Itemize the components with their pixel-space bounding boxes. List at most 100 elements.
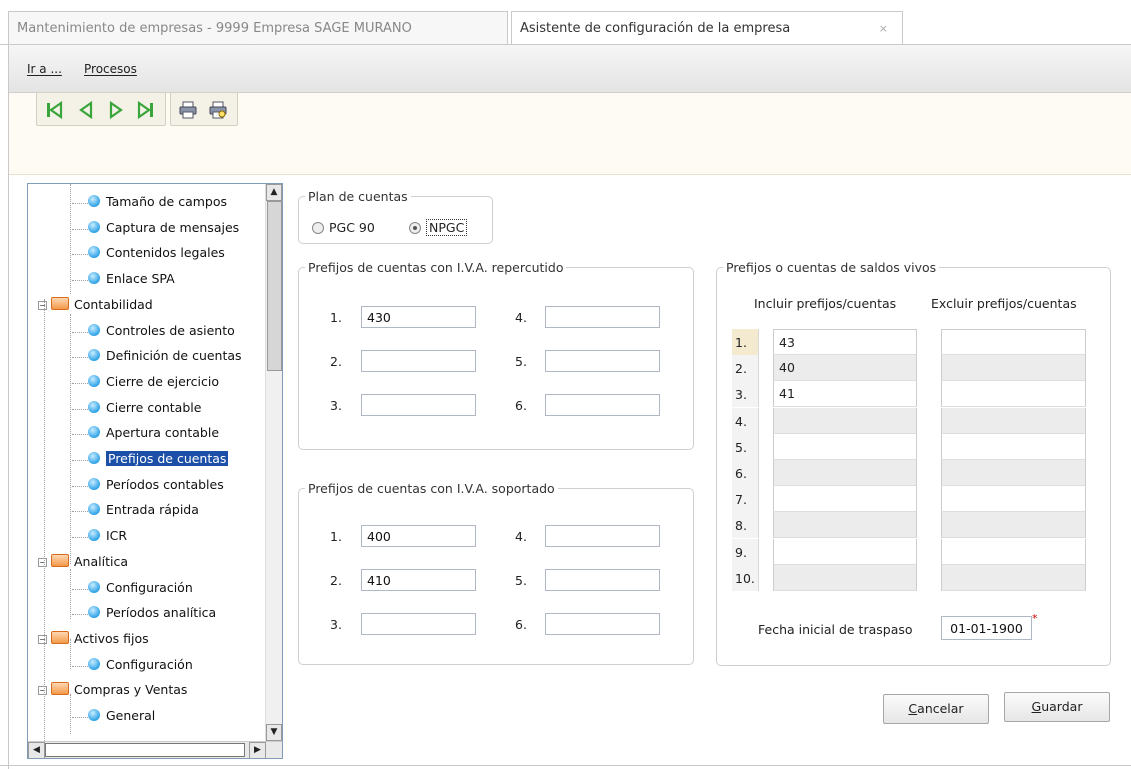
incluir-cell[interactable]: [773, 460, 917, 486]
prefix-input-3[interactable]: [361, 613, 476, 635]
collapse-icon[interactable]: −: [38, 634, 47, 644]
blue-ball-icon: [88, 657, 100, 670]
incluir-cell[interactable]: 41: [773, 381, 917, 408]
tree-item-label: Cierre de ejercicio: [106, 373, 219, 389]
tree-item[interactable]: Captura de mensajes: [72, 218, 240, 240]
incluir-cell[interactable]: 40: [773, 355, 917, 382]
scroll-thumb[interactable]: [267, 201, 282, 371]
prefix-input-2[interactable]: [361, 350, 476, 372]
prefix-input-2[interactable]: [361, 569, 476, 591]
radio-label: PGC 90: [329, 220, 375, 235]
incluir-cell[interactable]: [773, 486, 917, 513]
next-record-icon[interactable]: [107, 101, 125, 119]
guardar-label: uardar: [1041, 699, 1083, 714]
tree-item[interactable]: − Contabilidad: [38, 295, 153, 317]
print-preview-icon[interactable]: [209, 101, 227, 119]
prefix-input-6[interactable]: [545, 394, 660, 416]
scroll-down-icon[interactable]: ▼: [266, 724, 282, 741]
prefix-input-4[interactable]: [545, 525, 660, 547]
tree-item[interactable]: Configuración: [72, 655, 193, 677]
incluir-cell[interactable]: [773, 564, 917, 591]
cancelar-button[interactable]: Cancelar: [883, 694, 989, 724]
menu-ir-a[interactable]: Ir a ...: [27, 62, 62, 76]
blue-ball-icon: [88, 272, 100, 285]
blue-ball-icon: [88, 503, 100, 516]
prefix-input-5[interactable]: [545, 350, 660, 372]
excluir-cell[interactable]: [941, 329, 1086, 355]
last-record-icon[interactable]: [137, 101, 155, 119]
excluir-cell[interactable]: [941, 433, 1086, 460]
tree-item[interactable]: Contenidos legales: [72, 243, 225, 265]
collapse-icon[interactable]: −: [38, 686, 47, 696]
collapse-icon[interactable]: −: [38, 557, 47, 567]
previous-record-icon[interactable]: [77, 101, 95, 119]
row-number: 7.: [732, 486, 759, 513]
field-number-label: 5.: [515, 354, 527, 369]
tree-item[interactable]: Definición de cuentas: [72, 346, 242, 368]
scroll-left-icon[interactable]: ◀: [28, 742, 45, 758]
tree-item[interactable]: Períodos analítica: [72, 603, 216, 625]
first-record-icon[interactable]: [45, 101, 63, 119]
tree-item[interactable]: General: [72, 706, 155, 728]
incluir-cell[interactable]: [773, 433, 917, 460]
tree-item[interactable]: Tamaño de campos: [72, 192, 227, 214]
tree-item[interactable]: Períodos contables: [72, 475, 224, 497]
tree-connector: [72, 434, 88, 436]
incluir-cell[interactable]: 43: [773, 329, 917, 355]
tree-connector: [72, 665, 88, 667]
navigation-toolbar-group: [36, 92, 166, 126]
fecha-inicial-field[interactable]: [941, 616, 1032, 640]
tree-item-label: Captura de mensajes: [106, 219, 240, 235]
tree-item[interactable]: Configuración: [72, 578, 193, 600]
print-icon[interactable]: [179, 101, 197, 119]
guardar-button[interactable]: Guardar: [1004, 692, 1110, 722]
tree-item[interactable]: Enlace SPA: [72, 269, 175, 291]
tree-item[interactable]: Apertura contable: [72, 423, 219, 445]
tab-mantenimiento-empresas[interactable]: Mantenimiento de empresas - 9999 Empresa…: [8, 11, 508, 44]
tab-asistente-configuracion[interactable]: Asistente de configuración de la empresa…: [511, 11, 903, 45]
close-tab-icon[interactable]: ×: [879, 12, 888, 45]
tree-connector: [72, 537, 88, 539]
excluir-cell[interactable]: [941, 460, 1086, 486]
excluir-cell[interactable]: [941, 564, 1086, 591]
prefix-input-1[interactable]: [361, 306, 476, 328]
tree-item[interactable]: Cierre de ejercicio: [72, 372, 219, 394]
scroll-right-icon[interactable]: ▶: [249, 742, 266, 758]
excluir-cell[interactable]: [941, 381, 1086, 408]
tree-item[interactable]: − Analítica: [38, 552, 128, 574]
excluir-cell[interactable]: [941, 538, 1086, 565]
tree-item[interactable]: Prefijos de cuentas: [72, 449, 229, 471]
excluir-cell[interactable]: [941, 486, 1086, 513]
blue-ball-icon: [88, 452, 100, 464]
tree-horizontal-scrollbar[interactable]: ◀ ▶: [28, 741, 282, 758]
incluir-cell[interactable]: [773, 538, 917, 565]
tree-item[interactable]: Cierre contable: [72, 398, 201, 420]
prefix-input-5[interactable]: [545, 569, 660, 591]
prefix-input-4[interactable]: [545, 306, 660, 328]
tree-connector: [72, 254, 88, 256]
excluir-cell[interactable]: [941, 407, 1086, 434]
radio-pgc90[interactable]: PGC 90: [312, 220, 375, 235]
radio-npgc[interactable]: NPGC: [409, 219, 468, 236]
tree-item[interactable]: − Activos fijos: [38, 629, 149, 651]
tree-item[interactable]: − Compras y Ventas: [38, 680, 187, 702]
prefix-input-6[interactable]: [545, 613, 660, 635]
tree-item[interactable]: Entrada rápida: [72, 500, 199, 522]
folder-icon: [51, 553, 69, 567]
prefix-input-1[interactable]: [361, 525, 476, 547]
row-number: 4.: [732, 407, 759, 434]
scroll-up-icon[interactable]: ▲: [266, 184, 282, 201]
incluir-cell[interactable]: [773, 407, 917, 434]
cancelar-label: ancelar: [917, 701, 964, 716]
prefix-input-3[interactable]: [361, 394, 476, 416]
blue-ball-icon: [88, 323, 100, 336]
collapse-icon[interactable]: −: [38, 300, 47, 310]
menu-procesos[interactable]: Procesos: [84, 62, 137, 76]
excluir-cell[interactable]: [941, 355, 1086, 382]
tree-item[interactable]: Controles de asiento: [72, 321, 235, 343]
tree-item[interactable]: ICR: [72, 526, 127, 548]
excluir-cell[interactable]: [941, 512, 1086, 539]
scroll-thumb-horizontal[interactable]: [45, 743, 245, 757]
incluir-cell[interactable]: [773, 512, 917, 539]
tree-vertical-scrollbar[interactable]: ▲ ▼: [265, 184, 282, 741]
